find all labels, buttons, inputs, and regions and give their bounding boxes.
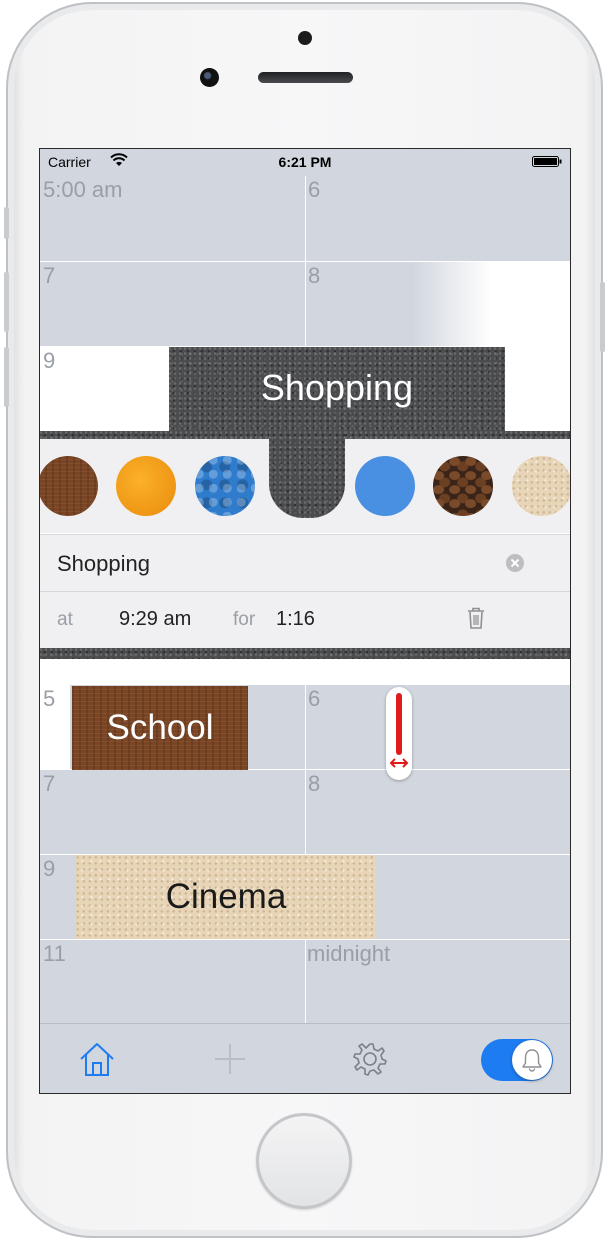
hour-label: 6: [308, 686, 321, 711]
hour-label: 7: [43, 771, 56, 796]
resize-bar: [396, 693, 402, 755]
grid-cell-8am[interactable]: 8: [306, 262, 570, 346]
hour-label: 5: [43, 686, 56, 711]
event-title: Cinema: [165, 877, 287, 916]
resize-arrows-icon: [389, 758, 409, 768]
home-icon[interactable]: [78, 1041, 116, 1077]
swatch-blue[interactable]: [355, 456, 415, 516]
reminder-toggle[interactable]: [481, 1039, 553, 1081]
grid-cell-8pm[interactable]: 8: [306, 770, 570, 854]
swatch-blue-bubbles[interactable]: [195, 456, 255, 516]
hour-label: 6: [308, 177, 321, 202]
earpiece-speaker: [258, 72, 353, 83]
event-name-field[interactable]: Shopping: [57, 551, 150, 577]
settings-icon[interactable]: [352, 1041, 388, 1077]
battery-icon: [532, 156, 562, 167]
duration-resize-handle[interactable]: [386, 687, 412, 780]
proximity-sensor: [298, 31, 312, 45]
grid-cell-midnight[interactable]: midnight: [306, 940, 570, 1023]
swatch-asphalt-selected[interactable]: [269, 431, 345, 518]
grid-cell-7am[interactable]: 7: [40, 262, 305, 346]
event-title: School: [106, 708, 214, 747]
event-title: Shopping: [260, 367, 414, 408]
hour-label: 9: [43, 856, 56, 881]
event-school[interactable]: School: [72, 686, 248, 770]
at-label: at: [57, 609, 73, 630]
clear-icon[interactable]: [505, 553, 525, 573]
swatch-orange[interactable]: [116, 456, 176, 516]
add-icon[interactable]: [213, 1042, 247, 1076]
duration-field[interactable]: 1:16: [276, 608, 315, 631]
swatch-coffee[interactable]: [433, 456, 493, 516]
volume-up-button: [4, 272, 9, 332]
bell-icon: [522, 1049, 542, 1072]
hour-label: 5:00 am: [43, 177, 123, 202]
grid-cell-4pm-tail: [306, 659, 570, 684]
event-cinema[interactable]: Cinema: [76, 855, 376, 939]
power-button: [600, 282, 605, 352]
trash-icon[interactable]: [466, 606, 486, 630]
front-camera: [200, 68, 219, 87]
time-row: at 9:29 am for 1:16: [40, 592, 570, 648]
hour-label: midnight: [307, 941, 391, 966]
hour-label: 9: [43, 348, 56, 373]
hour-label: 8: [308, 771, 321, 796]
swatch-paper[interactable]: [512, 456, 570, 516]
editor-bottom-border: [40, 648, 570, 659]
home-button[interactable]: [256, 1113, 352, 1209]
volume-down-button: [4, 347, 9, 407]
clock: 6:21 PM: [278, 154, 332, 170]
grid-cell-6pm[interactable]: 6: [306, 685, 570, 769]
grid-cell-4pm-tail: [40, 659, 305, 684]
grid-cell-11pm[interactable]: 11: [40, 940, 305, 1023]
toggle-knob: [512, 1040, 552, 1080]
grid-cell-5am[interactable]: 5:00 am: [40, 176, 305, 261]
status-bar: Carrier 6:21 PM: [40, 149, 570, 176]
event-shopping[interactable]: Shopping: [169, 347, 505, 431]
tab-bar: [40, 1023, 570, 1093]
hour-label: 11: [43, 941, 66, 966]
for-label: for: [233, 609, 256, 630]
grid-cell-7pm[interactable]: 7: [40, 770, 305, 854]
app-screen: Carrier 6:21 PM 5:00 am 6 7 8 9 Shopping: [39, 148, 571, 1094]
hour-label: 8: [308, 263, 321, 288]
hour-label: 7: [43, 263, 56, 288]
mute-switch: [4, 207, 9, 239]
start-time-field[interactable]: 9:29 am: [119, 608, 191, 631]
grid-cell-6am[interactable]: 6: [306, 176, 570, 261]
swatch-wood[interactable]: [40, 456, 98, 516]
name-row: Shopping: [40, 534, 570, 592]
